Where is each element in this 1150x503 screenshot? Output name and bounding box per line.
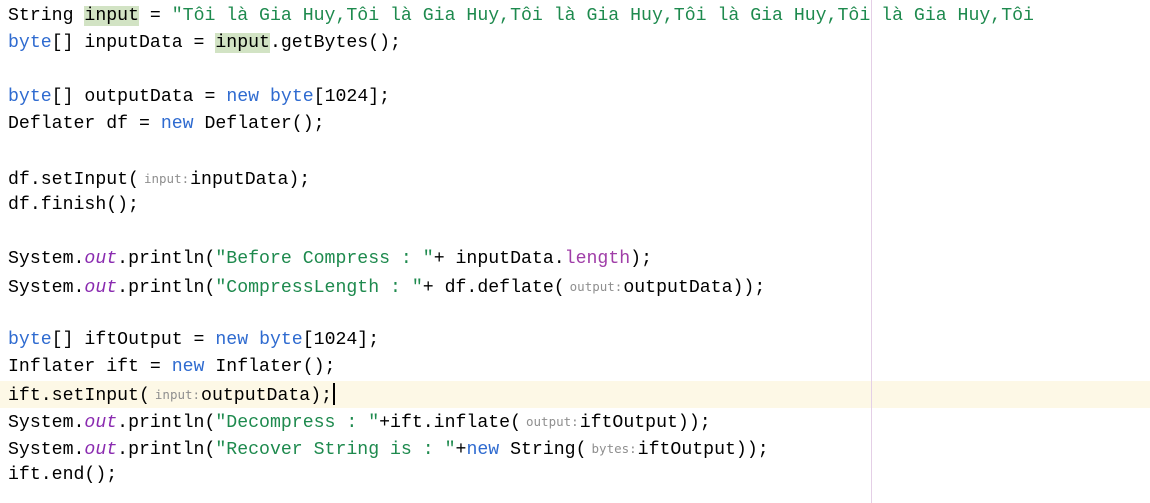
code-line[interactable] (8, 300, 1150, 327)
keyword-token: new (466, 440, 500, 460)
keyword-token: byte (269, 87, 314, 107)
code-token: df.setInput( (8, 170, 139, 190)
code-token: .println( (117, 278, 216, 298)
keyword-token: new (160, 114, 194, 134)
code-token: outputData); (201, 386, 333, 406)
keyword-token: byte (8, 33, 52, 53)
code-line[interactable]: Inflater ift = new Inflater(); (8, 354, 1150, 381)
code-token: ift.end(); (8, 465, 118, 485)
code-token: [] iftOutput = (51, 330, 216, 350)
string-literal: "CompressLength : " (215, 278, 423, 298)
keyword-token: byte (259, 330, 303, 350)
code-token: ift.setInput( (8, 386, 150, 406)
code-editor[interactable]: String input = "Tôi là Gia Huy,Tôi là Gi… (0, 0, 1150, 503)
code-token: System. (8, 278, 85, 298)
code-line[interactable]: byte[] inputData = input.getBytes(); (8, 30, 1150, 57)
code-line[interactable]: System.out.println("Decompress : "+ift.i… (8, 408, 1150, 435)
code-line[interactable]: byte[] outputData = new byte[1024]; (8, 84, 1150, 111)
code-token: + df.deflate( (422, 278, 565, 298)
code-token: [1024]; (302, 330, 380, 350)
keyword-token: new (171, 357, 205, 377)
code-token: .println( (117, 249, 216, 269)
code-token: [] inputData = (51, 33, 216, 53)
parameter-hint: output: (569, 279, 623, 294)
code-token: Deflater(); (193, 114, 325, 134)
code-token: .println( (117, 440, 216, 460)
code-line[interactable]: System.out.println("CompressLength : "+ … (8, 273, 1150, 300)
parameter-hint: output: (526, 414, 579, 429)
code-token: = (138, 6, 172, 26)
code-token: [1024]; (313, 87, 391, 107)
code-line[interactable]: String input = "Tôi là Gia Huy,Tôi là Gi… (8, 3, 1150, 30)
code-token: iftOutput)); (637, 440, 769, 460)
code-token: +ift.inflate( (379, 413, 521, 433)
code-token: Inflater ift = (8, 357, 172, 377)
string-literal: "Recover String is : " (215, 440, 456, 460)
code-line[interactable] (8, 138, 1150, 165)
code-token: String( (499, 440, 587, 460)
code-token: iftOutput)); (579, 413, 711, 433)
code-token: System. (8, 249, 85, 269)
code-line[interactable]: Deflater df = new Deflater(); (8, 111, 1150, 138)
parameter-hint: input: (143, 171, 190, 186)
keyword-token: new (215, 330, 249, 350)
code-token: Inflater(); (204, 357, 336, 377)
static-field-token: out (84, 278, 118, 298)
code-line[interactable]: ift.end(); (8, 462, 1150, 489)
code-line[interactable]: System.out.println("Recover String is : … (8, 435, 1150, 462)
code-line[interactable] (8, 57, 1150, 84)
field-token: length (564, 249, 631, 269)
code-token: Deflater df = (8, 114, 161, 134)
code-token: + (455, 440, 467, 460)
string-literal: "Before Compress : " (215, 249, 434, 269)
static-field-token: out (84, 413, 118, 433)
code-token: df.finish(); (8, 195, 139, 215)
code-token: .println( (117, 413, 216, 433)
string-literal: "Decompress : " (215, 413, 380, 433)
code-token: System. (8, 440, 85, 460)
parameter-hint: input: (154, 387, 201, 402)
code-line[interactable]: df.finish(); (8, 192, 1150, 219)
code-token: [] outputData = (51, 87, 227, 107)
static-field-token: out (84, 440, 118, 460)
code-token: .getBytes(); (269, 33, 401, 53)
static-field-token: out (84, 249, 118, 269)
code-line[interactable]: byte[] iftOutput = new byte[1024]; (8, 327, 1150, 354)
code-token: outputData)); (623, 278, 766, 298)
keyword-token: byte (8, 330, 52, 350)
parameter-hint: bytes: (591, 441, 637, 456)
code-token: inputData); (190, 170, 311, 190)
code-token: + inputData. (433, 249, 565, 269)
highlighted-usage: input (84, 6, 139, 26)
text-caret (333, 383, 336, 405)
code-line[interactable]: df.setInput( input:inputData); (8, 165, 1150, 192)
code-line[interactable]: System.out.println("Before Compress : "+… (8, 246, 1150, 273)
code-token: System. (8, 413, 85, 433)
code-token: String (8, 6, 85, 26)
string-literal: "Tôi là Gia Huy,Tôi là Gia Huy,Tôi là Gi… (171, 6, 1045, 26)
code-line[interactable] (8, 219, 1150, 246)
code-line[interactable]: ift.setInput( input:outputData); (8, 381, 1150, 408)
code-token: ); (630, 249, 653, 269)
keyword-token: byte (8, 87, 52, 107)
highlighted-usage: input (215, 33, 270, 53)
keyword-token: new (226, 87, 260, 107)
